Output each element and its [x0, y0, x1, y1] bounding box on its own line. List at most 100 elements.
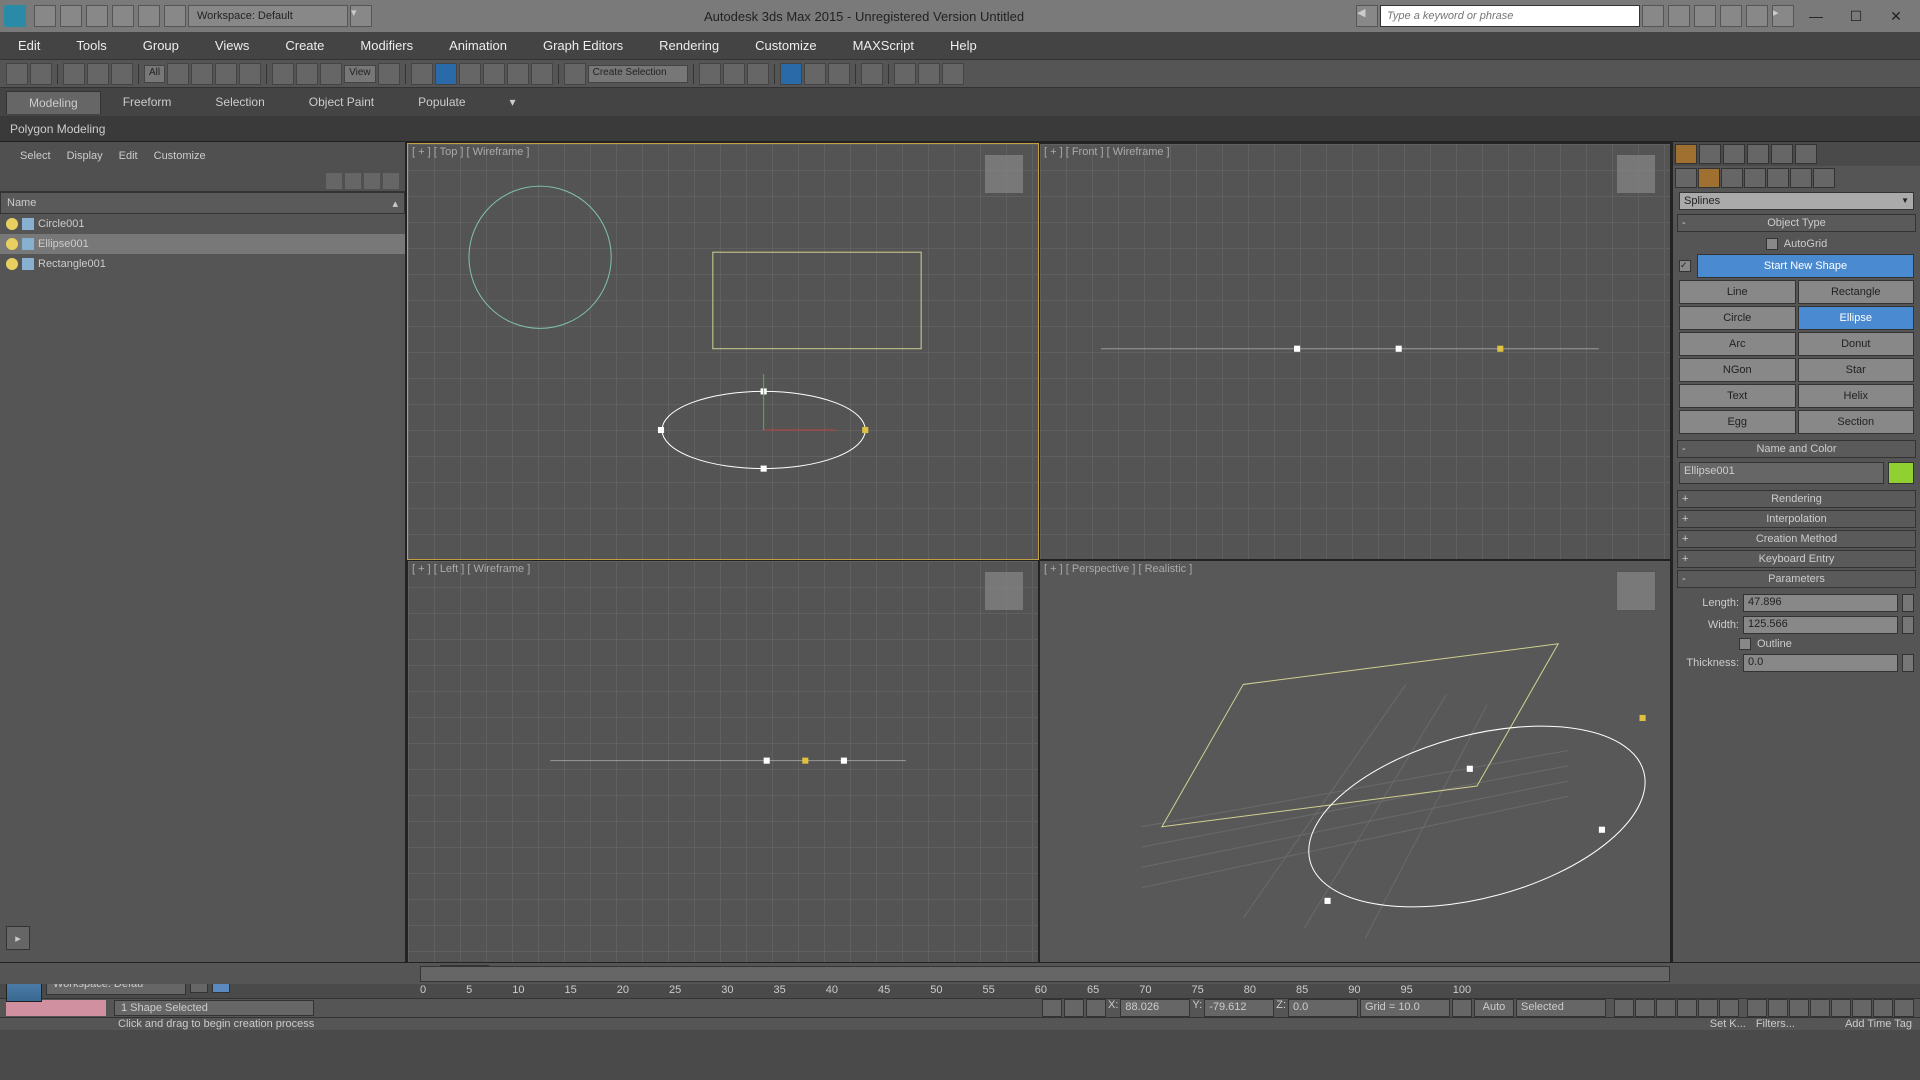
- menu-modifiers[interactable]: Modifiers: [352, 34, 421, 57]
- reference-coord-dropdown[interactable]: View: [344, 65, 376, 83]
- visibility-icon[interactable]: [6, 238, 18, 250]
- info-center-left-icon[interactable]: ◀: [1356, 5, 1378, 27]
- scene-name-header[interactable]: Name ▴: [0, 192, 405, 214]
- link-button[interactable]: [164, 5, 186, 27]
- workspace-dropdown[interactable]: Workspace: Default: [188, 5, 348, 27]
- rotate-tool-icon[interactable]: [296, 63, 318, 85]
- thickness-spinner[interactable]: [1902, 654, 1914, 672]
- object-name-input[interactable]: Ellipse001: [1679, 462, 1884, 484]
- scene-view-icon[interactable]: [383, 173, 399, 189]
- select-object-icon[interactable]: [167, 63, 189, 85]
- mirror-icon[interactable]: [699, 63, 721, 85]
- shape-button-text[interactable]: Text: [1679, 384, 1796, 408]
- menu-help[interactable]: Help: [942, 34, 985, 57]
- start-new-shape-button[interactable]: Start New Shape: [1697, 254, 1914, 278]
- scene-menu-select[interactable]: Select: [20, 150, 51, 162]
- manipulate-icon[interactable]: [411, 63, 433, 85]
- ribbon-tab-selection[interactable]: Selection: [193, 91, 286, 113]
- rendered-frame-icon[interactable]: [918, 63, 940, 85]
- sort-arrow-icon[interactable]: ▴: [392, 197, 398, 210]
- start-new-shape-checkbox[interactable]: [1679, 260, 1691, 272]
- link-tool-icon[interactable]: [63, 63, 85, 85]
- spinner-snap-icon[interactable]: [531, 63, 553, 85]
- select-region-icon[interactable]: [215, 63, 237, 85]
- render-icon[interactable]: [942, 63, 964, 85]
- undo-tool-icon[interactable]: [6, 63, 28, 85]
- lights-cat-icon[interactable]: [1721, 168, 1743, 188]
- subcategory-dropdown[interactable]: Splines: [1679, 192, 1914, 210]
- viewcube-icon[interactable]: [984, 154, 1024, 194]
- workspace-menu-button[interactable]: ▾: [350, 5, 372, 27]
- parameters-rollout-header[interactable]: -Parameters: [1677, 570, 1916, 588]
- menu-customize[interactable]: Customize: [747, 34, 824, 57]
- shape-button-egg[interactable]: Egg: [1679, 410, 1796, 434]
- object-type-rollout-header[interactable]: -Object Type: [1677, 214, 1916, 232]
- shape-button-ellipse[interactable]: Ellipse: [1798, 306, 1915, 330]
- spacewarps-cat-icon[interactable]: [1790, 168, 1812, 188]
- fov-icon[interactable]: [1831, 999, 1851, 1017]
- viewcube-icon[interactable]: [1616, 571, 1656, 611]
- isolate-icon[interactable]: [1064, 999, 1084, 1017]
- create-tab-icon[interactable]: [1675, 144, 1697, 164]
- key-mode-icon[interactable]: [1719, 999, 1739, 1017]
- shape-button-section[interactable]: Section: [1798, 410, 1915, 434]
- prev-frame-icon[interactable]: [1635, 999, 1655, 1017]
- visibility-icon[interactable]: [6, 258, 18, 270]
- selection-lock-icon[interactable]: [1086, 999, 1106, 1017]
- orbit-icon[interactable]: [1873, 999, 1893, 1017]
- interpolation-rollout-header[interactable]: +Interpolation: [1677, 510, 1916, 528]
- scene-menu-display[interactable]: Display: [67, 150, 103, 162]
- snap-3d-icon[interactable]: [459, 63, 481, 85]
- motion-tab-icon[interactable]: [1747, 144, 1769, 164]
- list-item[interactable]: Circle001: [0, 214, 405, 234]
- menu-views[interactable]: Views: [207, 34, 257, 57]
- zoom-extents-icon[interactable]: [1810, 999, 1830, 1017]
- ribbon-dropdown-icon[interactable]: ▾: [488, 91, 538, 113]
- ribbon-tab-populate[interactable]: Populate: [396, 91, 487, 113]
- help-search-input[interactable]: [1380, 5, 1640, 27]
- menu-animation[interactable]: Animation: [441, 34, 515, 57]
- ribbon-toggle-icon[interactable]: [780, 63, 802, 85]
- ribbon-tab-freeform[interactable]: Freeform: [101, 91, 194, 113]
- geometry-cat-icon[interactable]: [1675, 168, 1697, 188]
- named-selection-dropdown[interactable]: Create Selection: [588, 65, 688, 83]
- keyboard-shortcut-icon[interactable]: [435, 63, 457, 85]
- zoom-icon[interactable]: [1768, 999, 1788, 1017]
- pivot-center-icon[interactable]: [378, 63, 400, 85]
- shape-button-star[interactable]: Star: [1798, 358, 1915, 382]
- new-file-button[interactable]: [34, 5, 56, 27]
- unlink-tool-icon[interactable]: [87, 63, 109, 85]
- display-tab-icon[interactable]: [1771, 144, 1793, 164]
- object-color-swatch[interactable]: [1888, 462, 1914, 484]
- z-coord-input[interactable]: 0.0: [1288, 999, 1358, 1017]
- viewport-top[interactable]: [ + ] [ Top ] [ Wireframe ]: [408, 144, 1038, 559]
- shape-button-line[interactable]: Line: [1679, 280, 1796, 304]
- scene-find-icon[interactable]: [364, 173, 380, 189]
- scale-tool-icon[interactable]: [320, 63, 342, 85]
- pan2-icon[interactable]: [1852, 999, 1872, 1017]
- lock-selection-icon[interactable]: [1042, 999, 1062, 1017]
- autogrid-checkbox[interactable]: [1766, 238, 1778, 250]
- ribbon-tab-object-paint[interactable]: Object Paint: [287, 91, 396, 113]
- help-button[interactable]: [1746, 5, 1768, 27]
- y-coord-input[interactable]: -79.612: [1204, 999, 1274, 1017]
- time-slider[interactable]: [420, 966, 1670, 982]
- minimize-button[interactable]: —: [1796, 5, 1836, 27]
- goto-end-icon[interactable]: [1698, 999, 1718, 1017]
- time-config-icon[interactable]: [1452, 999, 1472, 1017]
- key-filter-dropdown[interactable]: Selected: [1516, 999, 1606, 1017]
- menu-create[interactable]: Create: [277, 34, 332, 57]
- viewport-label[interactable]: [ + ] [ Front ] [ Wireframe ]: [1044, 146, 1170, 158]
- add-time-tag-button[interactable]: Add Time Tag: [1845, 1018, 1912, 1030]
- zoom-all-icon[interactable]: [1789, 999, 1809, 1017]
- subscription-button[interactable]: [1668, 5, 1690, 27]
- scene-close-icon[interactable]: [326, 173, 342, 189]
- hierarchy-tab-icon[interactable]: [1723, 144, 1745, 164]
- viewport-left[interactable]: [ + ] [ Left ] [ Wireframe ]: [408, 561, 1038, 976]
- schematic-view-icon[interactable]: [828, 63, 850, 85]
- list-item[interactable]: Rectangle001: [0, 254, 405, 274]
- render-setup-icon[interactable]: [894, 63, 916, 85]
- edit-named-sel-icon[interactable]: [564, 63, 586, 85]
- menu-rendering[interactable]: Rendering: [651, 34, 727, 57]
- systems-cat-icon[interactable]: [1813, 168, 1835, 188]
